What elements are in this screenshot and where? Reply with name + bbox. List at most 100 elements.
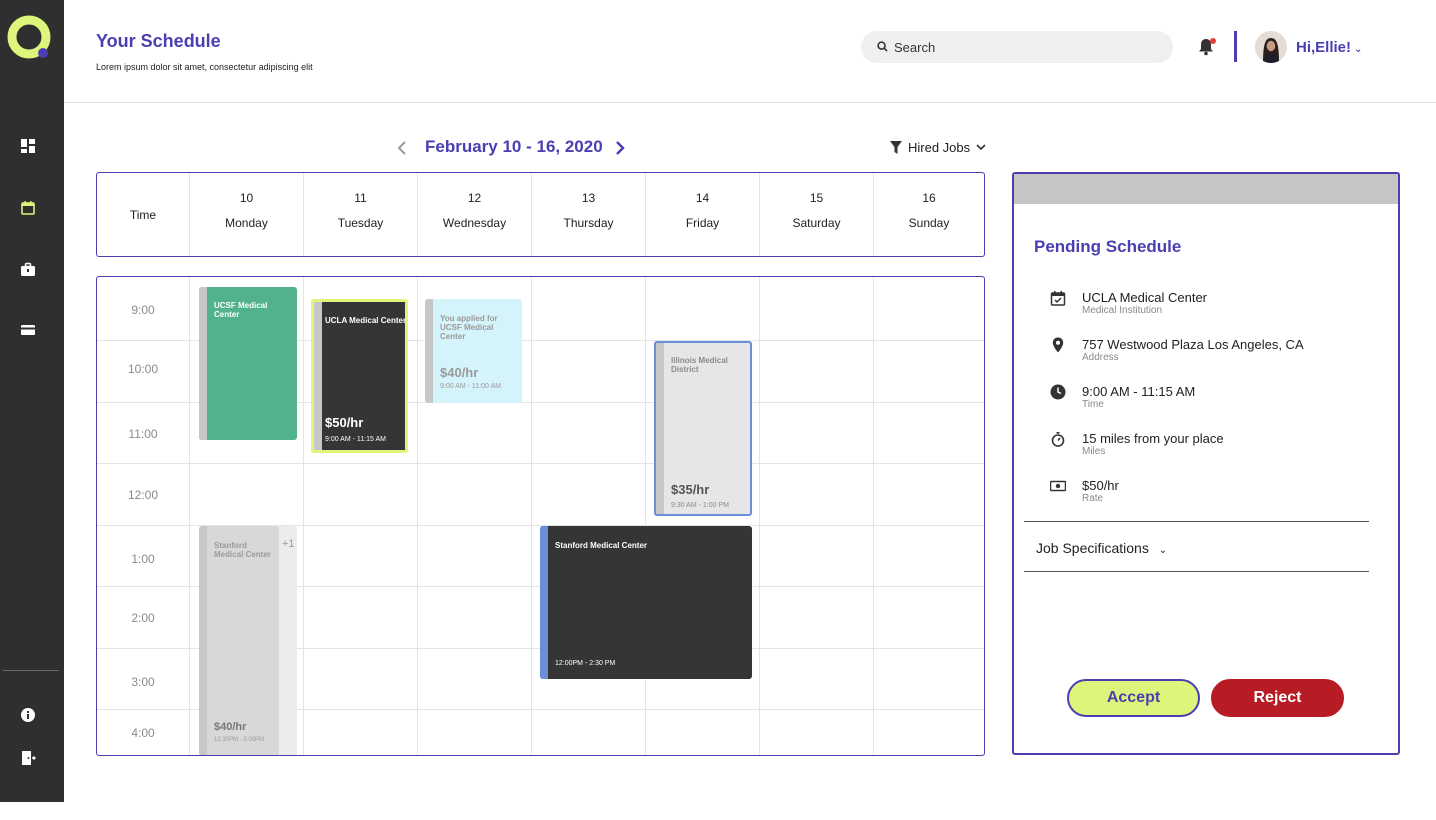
event-rate: $40/hr	[440, 365, 479, 380]
schedule-grid: 9:00 10:00 11:00 12:00 1:00 2:00 3:00 4:…	[96, 276, 985, 756]
event-time: 12:00PM - 2:30 PM	[555, 660, 616, 667]
day-number: 12	[467, 191, 482, 205]
day-number: 11	[354, 191, 367, 205]
day-number: 15	[809, 191, 824, 205]
day-header-friday[interactable]: 14 Friday	[645, 173, 759, 256]
day-name: Tuesday	[337, 216, 384, 230]
time-label: 9:00	[131, 303, 155, 317]
time-label: 1:00	[131, 552, 155, 566]
event-illinois-medical-district[interactable]: Illinois Medical District $35/hr 9:30 AM…	[654, 341, 752, 516]
day-name: Thursday	[563, 216, 614, 230]
day-header-tuesday[interactable]: 11 Tuesday	[303, 173, 417, 256]
info-value: 757 Westwood Plaza Los Angeles, CA	[1082, 337, 1304, 352]
day-name: Saturday	[792, 216, 841, 230]
event-color-bar	[540, 526, 548, 679]
app-logo[interactable]	[7, 15, 53, 61]
sidebar	[0, 0, 64, 802]
search-input[interactable]	[894, 37, 1154, 57]
top-header: Your Schedule Lorem ipsum dolor sit amet…	[64, 0, 1436, 103]
jobs-filter-dropdown[interactable]: Hired Jobs	[890, 140, 986, 155]
user-photo	[1255, 31, 1287, 63]
calendar-icon[interactable]	[20, 200, 36, 216]
pending-schedule-panel: Pending Schedule UCLA Medical Center Med…	[1012, 172, 1400, 755]
event-title: Illinois Medical District	[671, 356, 728, 374]
grid-line	[873, 277, 874, 755]
event-ucsf-medical-center[interactable]: UCSF Medical Center	[199, 287, 297, 440]
user-menu[interactable]: Hi,Ellie! ⌄	[1296, 39, 1362, 56]
briefcase-icon[interactable]	[20, 262, 36, 278]
event-time: 12:30PM - 5:00PM	[214, 737, 265, 743]
page-subtitle: Lorem ipsum dolor sit amet, consectetur …	[96, 62, 313, 72]
panel-top-bar	[1014, 174, 1398, 204]
location-pin-icon	[1052, 337, 1064, 353]
day-header-wednesday[interactable]: 12 Wednesday	[417, 173, 531, 256]
event-color-bar	[199, 287, 207, 440]
event-title: Stanford Medical Center	[214, 541, 271, 559]
event-title: Stanford Medical Center	[555, 541, 648, 550]
chevron-down-icon: ⌄	[1354, 44, 1363, 55]
info-label: Time	[1082, 399, 1104, 410]
info-value: UCLA Medical Center	[1082, 290, 1207, 305]
grid-line	[531, 277, 532, 755]
day-name: Monday	[225, 216, 268, 230]
filter-label: Hired Jobs	[908, 140, 971, 155]
chevron-down-icon: ⌄	[1158, 545, 1168, 556]
cash-icon	[1050, 480, 1066, 492]
grid-line	[417, 277, 418, 755]
event-color-bar	[425, 299, 433, 403]
event-color-bar	[656, 343, 664, 514]
logout-icon[interactable]	[20, 750, 36, 766]
avatar[interactable]	[1255, 31, 1287, 63]
info-icon[interactable]	[20, 707, 36, 723]
search-box[interactable]	[861, 31, 1173, 63]
search-icon	[877, 41, 888, 52]
time-label: 11:00	[128, 427, 158, 441]
day-name: Sunday	[908, 216, 950, 230]
clock-icon	[1050, 384, 1066, 400]
event-applied-ucsf[interactable]: You applied for UCSF Medical Center $40/…	[425, 299, 522, 403]
notification-dot	[1210, 38, 1216, 44]
divider	[1024, 521, 1369, 522]
filter-icon	[890, 141, 902, 154]
chevron-down-icon	[976, 144, 986, 151]
day-number: 14	[695, 191, 710, 205]
day-number: 10	[239, 191, 254, 205]
dashboard-icon[interactable]	[20, 138, 36, 154]
event-time: 9:00 AM - 11:15 AM	[325, 436, 386, 443]
day-number: 13	[581, 191, 596, 205]
more-events-badge[interactable]: +1	[282, 538, 295, 550]
day-header-saturday[interactable]: 15 Saturday	[759, 173, 873, 256]
day-header-sunday[interactable]: 16 Sunday	[873, 173, 984, 256]
day-header-monday[interactable]: 10 Monday	[189, 173, 303, 256]
day-name: Wednesday	[442, 216, 507, 230]
next-week-button[interactable]	[614, 140, 626, 156]
grid-line	[189, 277, 190, 755]
time-label: 2:00	[131, 611, 155, 625]
event-time: 9:30 AM - 1:00 PM	[671, 502, 729, 509]
job-specifications-toggle[interactable]: Job Specifications ⌄	[1036, 540, 1167, 556]
info-label: Address	[1082, 352, 1119, 363]
accept-button[interactable]: Accept	[1067, 679, 1200, 717]
header-divider	[1234, 31, 1237, 62]
grid-line	[645, 277, 646, 755]
grid-line	[303, 277, 304, 755]
credit-card-icon[interactable]	[20, 322, 36, 338]
day-header-thursday[interactable]: 13 Thursday	[531, 173, 645, 256]
event-rate: $35/hr	[671, 482, 710, 497]
reject-button[interactable]: Reject	[1211, 679, 1344, 717]
panel-title: Pending Schedule	[1034, 237, 1182, 256]
grid-line	[97, 463, 984, 464]
event-time: 9:00 AM - 11:00 AM	[440, 383, 501, 390]
event-rate: $50/hr	[325, 415, 364, 430]
event-ucla-medical-center[interactable]: UCLA Medical Center $50/hr 9:00 AM - 11:…	[311, 299, 408, 453]
stopwatch-icon	[1051, 432, 1065, 447]
event-stanford-medical-center[interactable]: Stanford Medical Center 12:00PM - 2:30 P…	[540, 526, 752, 679]
event-stanford-overflow[interactable]: Stanford Medical Center +1 $40/hr 12:30P…	[199, 526, 297, 755]
specs-label: Job Specifications	[1036, 540, 1149, 556]
info-label: Miles	[1082, 446, 1106, 457]
event-color-bar	[199, 526, 207, 755]
previous-week-button[interactable]	[396, 140, 408, 156]
info-value: 15 miles from your place	[1082, 431, 1224, 446]
info-value: 9:00 AM - 11:15 AM	[1082, 384, 1196, 399]
event-title: UCSF Medical Center	[214, 301, 268, 319]
